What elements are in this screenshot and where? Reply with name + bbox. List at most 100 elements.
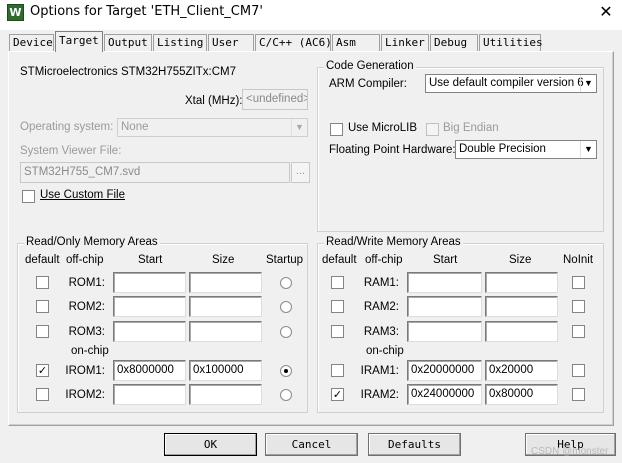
svd-browse-button[interactable]: ...	[291, 162, 310, 183]
rom1-label: ROM1:	[68, 277, 105, 289]
iram1-start-field[interactable]: 0x20000000	[407, 360, 482, 381]
chevron-down-icon: ▼	[580, 75, 596, 92]
iram1-label: IRAM1:	[360, 365, 399, 377]
irom2-start-field[interactable]	[113, 384, 186, 405]
iram1-default-checkbox[interactable]	[331, 364, 344, 377]
os-label: Operating system:	[20, 121, 114, 133]
big-endian-label: Big Endian	[443, 122, 499, 134]
ram2-start-field[interactable]	[407, 296, 482, 317]
use-custom-file-checkbox[interactable]	[22, 190, 35, 203]
ro-onchip-label: on-chip	[71, 345, 109, 357]
window-title: Options for Target 'ETH_Client_CM7'	[30, 4, 263, 19]
rom3-start-field[interactable]	[113, 321, 186, 342]
ram3-label: RAM3:	[363, 326, 399, 338]
ram3-size-field[interactable]	[485, 321, 558, 342]
big-endian-checkbox[interactable]	[426, 123, 439, 136]
arm-compiler-label: ARM Compiler:	[329, 78, 407, 90]
ram3-noinit-checkbox[interactable]	[572, 325, 585, 338]
ok-button[interactable]: OK	[164, 433, 257, 456]
ram2-default-checkbox[interactable]	[331, 300, 344, 313]
irom2-startup-radio[interactable]	[280, 389, 292, 401]
ro-start-header: Start	[138, 254, 163, 266]
iram1-noinit-checkbox[interactable]	[572, 364, 585, 377]
rom3-startup-radio[interactable]	[280, 326, 292, 338]
ram2-size-field[interactable]	[485, 296, 558, 317]
irom2-label: IROM2:	[65, 389, 105, 401]
readwrite-memory-title: Read/Write Memory Areas	[324, 236, 463, 248]
rom1-start-field[interactable]	[113, 272, 186, 293]
tab-listing[interactable]: Listing	[153, 34, 207, 51]
tab-linker[interactable]: Linker	[381, 34, 429, 51]
svd-label: System Viewer File:	[20, 145, 122, 157]
ram1-size-field[interactable]	[485, 272, 558, 293]
chevron-down-icon: ▼	[580, 141, 596, 158]
rw-offchip-header: off-chip	[365, 254, 403, 266]
irom1-label: IROM1:	[65, 365, 105, 377]
use-custom-file-label: Use Custom File	[40, 189, 125, 201]
irom1-startup-radio[interactable]	[280, 365, 292, 377]
chevron-down-icon: ▼	[291, 119, 307, 136]
ram2-noinit-checkbox[interactable]	[572, 300, 585, 313]
rom3-default-checkbox[interactable]	[36, 325, 49, 338]
ram1-noinit-checkbox[interactable]	[572, 276, 585, 289]
radio-selected-dot	[284, 369, 288, 373]
device-name: STMicroelectronics STM32H755ZITx:CM7	[20, 66, 236, 78]
rom3-size-field[interactable]	[189, 321, 262, 342]
rom1-default-checkbox[interactable]	[36, 276, 49, 289]
irom2-size-field[interactable]	[189, 384, 262, 405]
irom1-size-field[interactable]: 0x100000	[189, 360, 262, 381]
iram1-size-field[interactable]: 0x20000	[485, 360, 558, 381]
iram2-noinit-checkbox[interactable]	[572, 388, 585, 401]
arm-compiler-select[interactable]: Use default compiler version 6 ▼	[425, 74, 597, 93]
iram2-size-field[interactable]: 0x80000	[485, 384, 558, 405]
ram1-default-checkbox[interactable]	[331, 276, 344, 289]
os-select[interactable]: None ▼	[117, 118, 308, 137]
rom2-default-checkbox[interactable]	[36, 300, 49, 313]
fpu-value: Double Precision	[459, 143, 546, 155]
irom1-start-field[interactable]: 0x8000000	[113, 360, 186, 381]
rom3-label: ROM3:	[68, 326, 105, 338]
use-microlib-label: Use MicroLIB	[348, 122, 418, 134]
irom1-default-checkbox[interactable]: ✓	[36, 364, 49, 377]
defaults-button[interactable]: Defaults	[368, 433, 461, 456]
rom1-startup-radio[interactable]	[280, 277, 292, 289]
tab-user[interactable]: User	[208, 34, 254, 51]
ro-startup-header: Startup	[266, 254, 304, 266]
tab-output[interactable]: Output	[104, 34, 152, 51]
tab-utilities[interactable]: Utilities	[479, 34, 543, 51]
keil-app-icon: W	[7, 4, 24, 21]
cancel-button[interactable]: Cancel	[265, 433, 358, 456]
ram3-start-field[interactable]	[407, 321, 482, 342]
fpu-select[interactable]: Double Precision ▼	[455, 140, 597, 159]
tab-debug[interactable]: Debug	[430, 34, 478, 51]
code-generation-title: Code Generation	[324, 60, 416, 72]
rw-size-header: Size	[509, 254, 532, 266]
rw-default-header: default	[322, 254, 357, 266]
iram2-default-checkbox[interactable]: ✓	[331, 388, 344, 401]
ro-offchip-header: off-chip	[66, 254, 104, 266]
tab-cpp[interactable]: C/C++ (AC6)	[255, 34, 332, 51]
irom2-default-checkbox[interactable]	[36, 388, 49, 401]
ro-default-header: default	[25, 254, 60, 266]
xtal-field[interactable]: <undefined>	[242, 89, 308, 110]
iram2-start-field[interactable]: 0x24000000	[407, 384, 482, 405]
close-icon[interactable]: ✕	[590, 0, 622, 26]
rom2-startup-radio[interactable]	[280, 301, 292, 313]
rw-noinit-header: NoInit	[563, 254, 594, 266]
tab-device[interactable]: Device	[9, 34, 54, 51]
tab-asm[interactable]: Asm	[332, 34, 380, 51]
fpu-label: Floating Point Hardware:	[329, 144, 456, 156]
ro-size-header: Size	[212, 254, 235, 266]
watermark: CSDN @monster	[531, 446, 609, 457]
rom1-size-field[interactable]	[189, 272, 262, 293]
ram2-label: RAM2:	[363, 301, 399, 313]
tab-target[interactable]: Target	[55, 31, 103, 52]
rom2-start-field[interactable]	[113, 296, 186, 317]
ram3-default-checkbox[interactable]	[331, 325, 344, 338]
use-microlib-checkbox[interactable]	[330, 123, 343, 136]
readonly-memory-title: Read/Only Memory Areas	[24, 236, 160, 248]
ram1-label: RAM1:	[363, 277, 399, 289]
svd-field[interactable]: STM32H755_CM7.svd	[20, 162, 290, 183]
rom2-size-field[interactable]	[189, 296, 262, 317]
ram1-start-field[interactable]	[407, 272, 482, 293]
